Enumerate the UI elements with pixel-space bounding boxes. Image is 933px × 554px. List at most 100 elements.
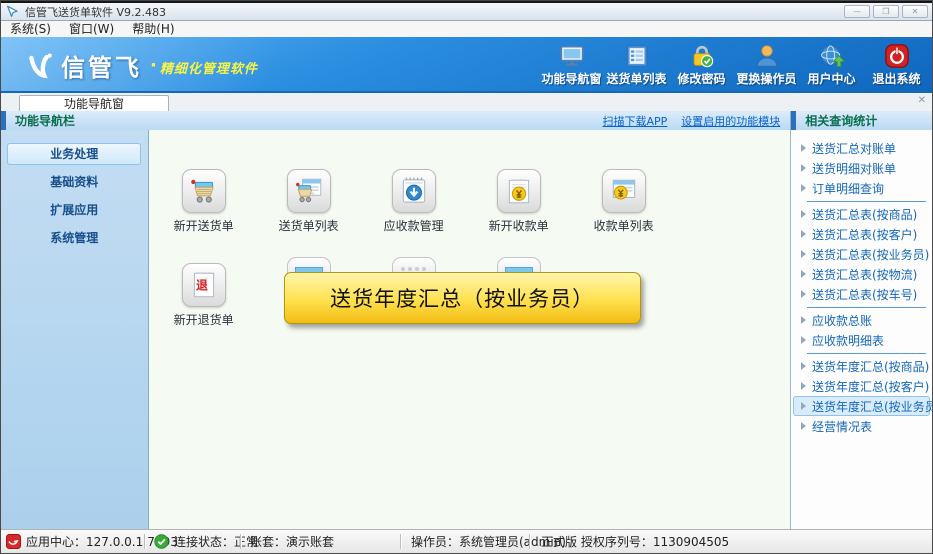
- minimize-button[interactable]: —: [844, 5, 870, 18]
- triangle-bullet-icon: [801, 164, 806, 172]
- toolbar-button[interactable]: 退出系统: [864, 43, 929, 87]
- toolbar-button-label: 用户中心: [799, 70, 864, 87]
- stats-link-item[interactable]: 应收款总账: [793, 310, 930, 330]
- stats-link-item[interactable]: 送货明细对账单: [793, 158, 930, 178]
- toolbar-button[interactable]: 修改密码: [669, 43, 734, 87]
- toolbar-button[interactable]: 更换操作员: [734, 43, 799, 87]
- app-center-status: 应用中心：127.0.0.1:7093: [6, 530, 178, 553]
- receipt-list-icon: [602, 169, 646, 213]
- list-icon: [624, 43, 650, 69]
- app-header: 信管飞 · 精细化管理软件 功能导航窗 送货单列表 修改密码 更换操作员: [1, 37, 932, 91]
- triangle-bullet-icon: [801, 336, 806, 344]
- stats-link-item[interactable]: 送货汇总表(按业务员): [793, 244, 930, 264]
- toolbar-button[interactable]: 用户中心: [799, 43, 864, 87]
- app-shortcut-label: 应收款管理: [369, 217, 459, 234]
- cart-new-icon: [182, 169, 226, 213]
- app-shortcut[interactable]: 新开送货单: [159, 169, 249, 234]
- status-divider: [240, 534, 241, 549]
- app-shortcut[interactable]: 退 新开退货单: [159, 263, 249, 328]
- triangle-bullet-icon: [801, 290, 806, 298]
- main-canvas: 新开送货单 送货单列表 应收款管理 新开收款单 收款单列表: [149, 130, 790, 529]
- app-shortcut[interactable]: 收款单列表: [579, 169, 669, 234]
- stats-link-label: 送货汇总表(按业务员): [812, 246, 929, 263]
- menu-item[interactable]: 帮助(H): [123, 21, 183, 37]
- stats-link-label: 送货年度汇总(按客户): [812, 378, 929, 395]
- title-bar: 信管飞送货单软件 V9.2.483 — ❐ ✕: [1, 1, 932, 21]
- triangle-bullet-icon: [801, 362, 806, 370]
- app-shortcut-label: 新开退货单: [159, 311, 249, 328]
- triangle-bullet-icon: [801, 144, 806, 152]
- stats-link-label: 送货年度汇总(按业务员): [812, 398, 933, 415]
- toolbar-button[interactable]: 送货单列表: [604, 43, 669, 87]
- app-window: 信管飞送货单软件 V9.2.483 — ❐ ✕ 系统(S)窗口(W)帮助(H) …: [0, 0, 933, 554]
- triangle-bullet-icon: [801, 270, 806, 278]
- triangle-bullet-icon: [801, 422, 806, 430]
- nav-links: 扫描下载APP 设置启用的功能模块: [603, 111, 781, 130]
- brand-slogan: 精细化管理软件: [160, 58, 258, 77]
- triangle-bullet-icon: [801, 210, 806, 218]
- restore-button[interactable]: ❐: [873, 5, 899, 18]
- content-area: 业务处理基础资料扩展应用系统管理 新开送货单 送货单列表 应收款管理 新开收: [1, 130, 932, 529]
- app-center-icon: [6, 534, 21, 549]
- toolbar-button-label: 退出系统: [864, 70, 929, 87]
- tab-close-icon[interactable]: ✕: [918, 95, 926, 106]
- tab-bar: 功能导航窗 ✕: [1, 91, 932, 111]
- stats-panel-title: 相关查询统计: [805, 112, 877, 129]
- receivable-icon: [392, 169, 436, 213]
- app-shortcut[interactable]: 送货单列表: [264, 169, 354, 234]
- toolbar-button[interactable]: 功能导航窗: [539, 43, 604, 87]
- sidebar-item[interactable]: 业务处理: [7, 143, 141, 165]
- license-status: 正式版 授权序列号：1130904505: [541, 530, 729, 553]
- stats-link-item[interactable]: 送货汇总表(按商品): [793, 204, 930, 224]
- status-divider: [400, 534, 401, 549]
- stats-link-label: 送货汇总表(按客户): [812, 226, 917, 243]
- close-button[interactable]: ✕: [902, 5, 928, 18]
- header-link[interactable]: 设置启用的功能模块: [681, 113, 780, 129]
- window-controls: — ❐ ✕: [844, 5, 928, 18]
- stats-link-label: 应收款明细表: [812, 332, 884, 349]
- app-shortcut-label: 新开收款单: [474, 217, 564, 234]
- toolbar-button-label: 送货单列表: [604, 70, 669, 87]
- header-link[interactable]: 扫描下载APP: [603, 113, 668, 129]
- stats-link-item[interactable]: 经营情况表: [793, 416, 930, 436]
- app-shortcut-label: 送货单列表: [264, 217, 354, 234]
- stats-link-item[interactable]: 送货汇总表(按客户): [793, 224, 930, 244]
- triangle-bullet-icon: [801, 250, 806, 258]
- connection-text: 连接状态：正常: [174, 533, 258, 550]
- stats-link-item[interactable]: 送货年度汇总(按客户): [793, 376, 930, 396]
- stats-link-item[interactable]: 送货汇总对账单: [793, 138, 930, 158]
- stats-link-item[interactable]: 送货汇总表(按物流): [793, 264, 930, 284]
- toolbar-button-label: 更换操作员: [734, 70, 799, 87]
- stats-link-label: 送货汇总表(按物流): [812, 266, 917, 283]
- left-sidebar: 业务处理基础资料扩展应用系统管理: [1, 130, 149, 529]
- lock-icon: [689, 43, 715, 69]
- sidebar-item[interactable]: 基础资料: [7, 171, 141, 193]
- sidebar-item[interactable]: 扩展应用: [7, 199, 141, 221]
- hover-tooltip: 送货年度汇总（按业务员）: [284, 272, 641, 324]
- app-shortcut-label: 收款单列表: [579, 217, 669, 234]
- connection-status: 连接状态：正常: [154, 530, 258, 553]
- toolbar-button-label: 功能导航窗: [539, 70, 604, 87]
- stats-link-label: 送货汇总表(按商品): [812, 206, 917, 223]
- app-shortcut[interactable]: 新开收款单: [474, 169, 564, 234]
- stats-link-item[interactable]: 应收款明细表: [793, 330, 930, 350]
- nav-panel-accent: [1, 111, 6, 130]
- stats-link-item[interactable]: 送货年度汇总(按商品): [793, 356, 930, 376]
- triangle-bullet-icon: [801, 230, 806, 238]
- svg-text:退: 退: [196, 278, 208, 292]
- menu-item[interactable]: 窗口(W): [60, 21, 123, 37]
- brand-swoosh-icon: [25, 50, 57, 82]
- stats-link-item[interactable]: 送货年度汇总(按业务员): [793, 396, 930, 416]
- account-status: 账套：演示账套: [250, 530, 334, 553]
- stats-panel-header: 相关查询统计: [790, 111, 932, 130]
- app-shortcut[interactable]: 应收款管理: [369, 169, 459, 234]
- sidebar-item[interactable]: 系统管理: [7, 227, 141, 249]
- account-text: 账套：演示账套: [250, 533, 334, 550]
- stats-link-item[interactable]: 送货汇总表(按车号): [793, 284, 930, 304]
- brand-separator: ·: [150, 55, 157, 76]
- menu-item[interactable]: 系统(S): [1, 21, 60, 37]
- stats-link-item[interactable]: 订单明细查询: [793, 178, 930, 198]
- stats-link-label: 应收款总账: [812, 312, 872, 329]
- status-divider: [144, 534, 145, 549]
- return-icon: 退: [182, 263, 226, 307]
